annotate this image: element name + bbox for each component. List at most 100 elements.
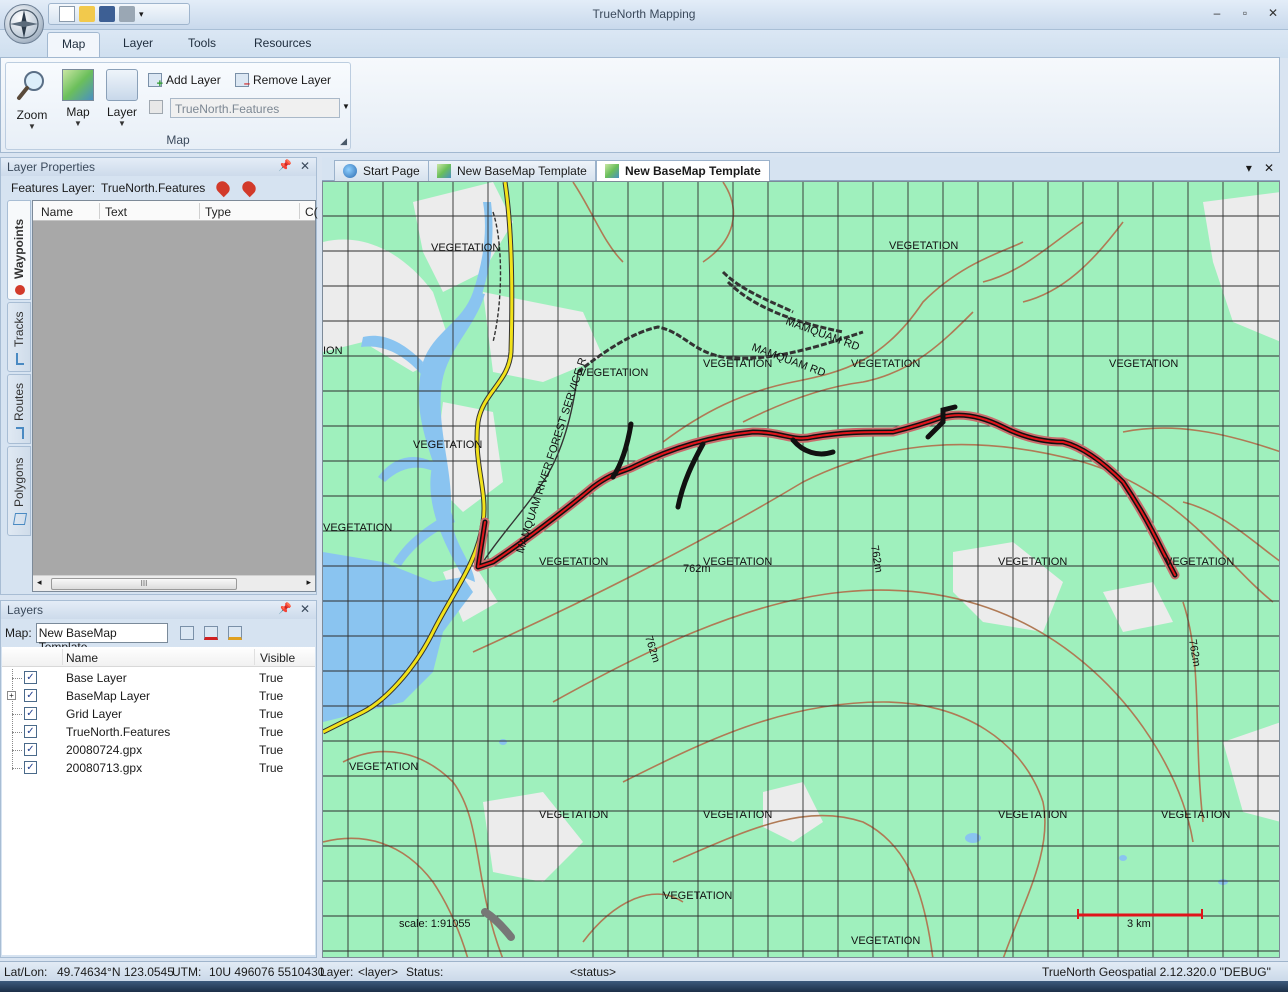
map-scale-text: scale: 1:91055 [399,918,471,930]
document-controls: ▾ ✕ [1246,161,1274,175]
feature-layer-combo[interactable]: TrueNorth.Features [170,98,340,118]
tab-routes[interactable]: Routes [7,374,31,444]
visibility-checkbox[interactable]: ✓ [24,689,37,702]
ribbon-panel: Zoom ▼ Map ▼ Layer ▼ + Add Layer – Remov… [0,57,1280,153]
map-view[interactable]: VEGETATION VEGETATION VEGETATION VEGETAT… [322,181,1280,958]
column-text[interactable]: Text [105,205,127,219]
tab-label: New BaseMap Template [625,164,761,178]
chevron-down-icon[interactable]: ▼ [342,102,350,111]
edit-waypoint-icon[interactable] [240,178,259,198]
latlon-label: Lat/Lon: [4,965,48,979]
close-button[interactable]: ✕ [1266,6,1280,20]
chevron-down-icon: ▼ [118,119,126,128]
features-layer-value: TrueNorth.Features [101,181,206,195]
column-name[interactable]: Name [66,651,98,665]
version-text: TrueNorth Geospatial 2.12.320.0 "DEBUG" [1042,965,1271,979]
maximize-button[interactable]: ▫ [1238,6,1252,20]
tab-basemap-template-2[interactable]: New BaseMap Template [596,160,770,182]
group-label: Map [166,133,190,147]
add-layer-icon[interactable] [179,626,194,640]
layer-name: 20080724.gpx [66,743,143,757]
pin-icon[interactable]: 📌 [278,602,292,615]
layer-row[interactable]: ✓ 20080724.gpx True [2,741,315,759]
edit-layer-icon[interactable] [227,626,242,640]
tab-map[interactable]: Map [47,32,101,59]
add-waypoint-icon[interactable] [214,178,233,198]
layer-row[interactable]: ✓ Base Layer True [2,669,315,687]
label-vegetation: VEGETATION [349,761,418,773]
add-layer-icon: + [148,73,163,90]
layer-row[interactable]: ✓ 20080713.gpx True [2,759,315,777]
document-tab-strip: Start Page New BaseMap Template New Base… [322,157,1280,182]
layers-panel: Layers 📌 ✕ Map: New BaseMap Template Nam… [0,600,317,958]
chevron-down-icon[interactable]: ▾ [1246,161,1252,175]
scroll-thumb[interactable]: III [51,578,237,590]
tab-polygons[interactable]: Polygons [7,446,31,536]
close-icon[interactable]: ✕ [1264,161,1274,175]
label-contour: 762m [683,563,711,575]
visibility-checkbox[interactable]: ✓ [24,725,37,738]
label-vegetation: VEGETATION [703,809,772,821]
title-bar: ▾ TrueNorth Mapping – ▫ ✕ [0,0,1288,30]
pin-icon[interactable]: 📌 [278,159,292,172]
add-layer-button[interactable]: + Add Layer [148,71,221,90]
app-menu-button[interactable] [4,4,44,44]
zoom-button[interactable]: Zoom ▼ [10,67,54,131]
map-selector-label: Map: [5,626,32,640]
tab-resources[interactable]: Resources [254,36,311,50]
feature-type-tabs: Waypoints Tracks Routes Polygons [7,200,31,590]
layer-label: Layer: [320,965,354,979]
label-vegetation: VEGETATION [1161,809,1230,821]
map-canvas[interactable]: VEGETATION VEGETATION VEGETATION VEGETAT… [323,182,1280,958]
column-visible[interactable]: Visible [260,651,295,665]
visibility-checkbox[interactable]: ✓ [24,761,37,774]
visibility-checkbox[interactable]: ✓ [24,707,37,720]
tab-label: Tracks [12,311,26,347]
column-name[interactable]: Name [41,205,73,219]
label-vegetation: VEGETATION [703,556,772,568]
close-icon[interactable]: ✕ [300,159,310,173]
layer-button[interactable]: Layer ▼ [100,67,144,129]
tab-tracks[interactable]: Tracks [7,302,31,372]
layer-row[interactable]: ✓ TrueNorth.Features True [2,723,315,741]
status-label: Status: [406,965,444,979]
layers-table-header: Name Visible [2,647,315,667]
horizontal-scrollbar[interactable]: ◂ III ▸ [33,575,315,591]
layer-row[interactable]: ✓ Grid Layer True [2,705,315,723]
layers-table: Name Visible ✓ Base Layer True + ✓ BaseM… [2,647,315,955]
label-vegetation: VEGETATION [1165,556,1234,568]
tab-layer[interactable]: Layer [123,36,153,50]
waypoint-grid[interactable]: Name Text Type C( ◂ III ▸ [32,200,318,592]
dialog-launcher-icon[interactable]: ◢ [340,136,347,147]
map-button[interactable]: Map ▼ [56,67,100,129]
column-c[interactable]: C( [305,205,318,219]
layer-row[interactable]: + ✓ BaseMap Layer True [2,687,315,705]
tab-tools[interactable]: Tools [188,36,216,50]
tab-start-page[interactable]: Start Page [334,160,429,181]
map-selector-input[interactable]: New BaseMap Template [35,623,168,654]
label-vegetation: VEGETATION [998,809,1067,821]
expand-icon[interactable]: + [7,691,16,700]
compass-icon [9,9,39,39]
scalebar-label: 3 km [1127,918,1151,930]
visibility-checkbox[interactable]: ✓ [24,671,37,684]
close-icon[interactable]: ✕ [300,602,310,616]
label-vegetation: VEGETATION [663,890,732,902]
layer-name: BaseMap Layer [66,689,151,703]
tab-basemap-template-1[interactable]: New BaseMap Template [428,160,596,181]
minimize-button[interactable]: – [1210,6,1224,20]
remove-layer-icon[interactable] [203,626,218,640]
scroll-right-icon[interactable]: ▸ [306,577,311,588]
tab-waypoints[interactable]: Waypoints [7,200,31,300]
label-vegetation: VEGETATION [851,935,920,947]
map-selector-row: Map: New BaseMap Template [5,622,242,654]
visibility-checkbox[interactable]: ✓ [24,743,37,756]
remove-layer-button[interactable]: – Remove Layer [235,71,331,90]
scroll-left-icon[interactable]: ◂ [37,577,42,588]
column-type[interactable]: Type [205,205,231,219]
panel-header: Layer Properties 📌 ✕ [1,158,316,176]
layer-name: Grid Layer [66,707,123,721]
label-vegetation: VEGETATION [323,522,392,534]
layer-name: 20080713.gpx [66,761,143,775]
layer-name: Base Layer [66,671,127,685]
